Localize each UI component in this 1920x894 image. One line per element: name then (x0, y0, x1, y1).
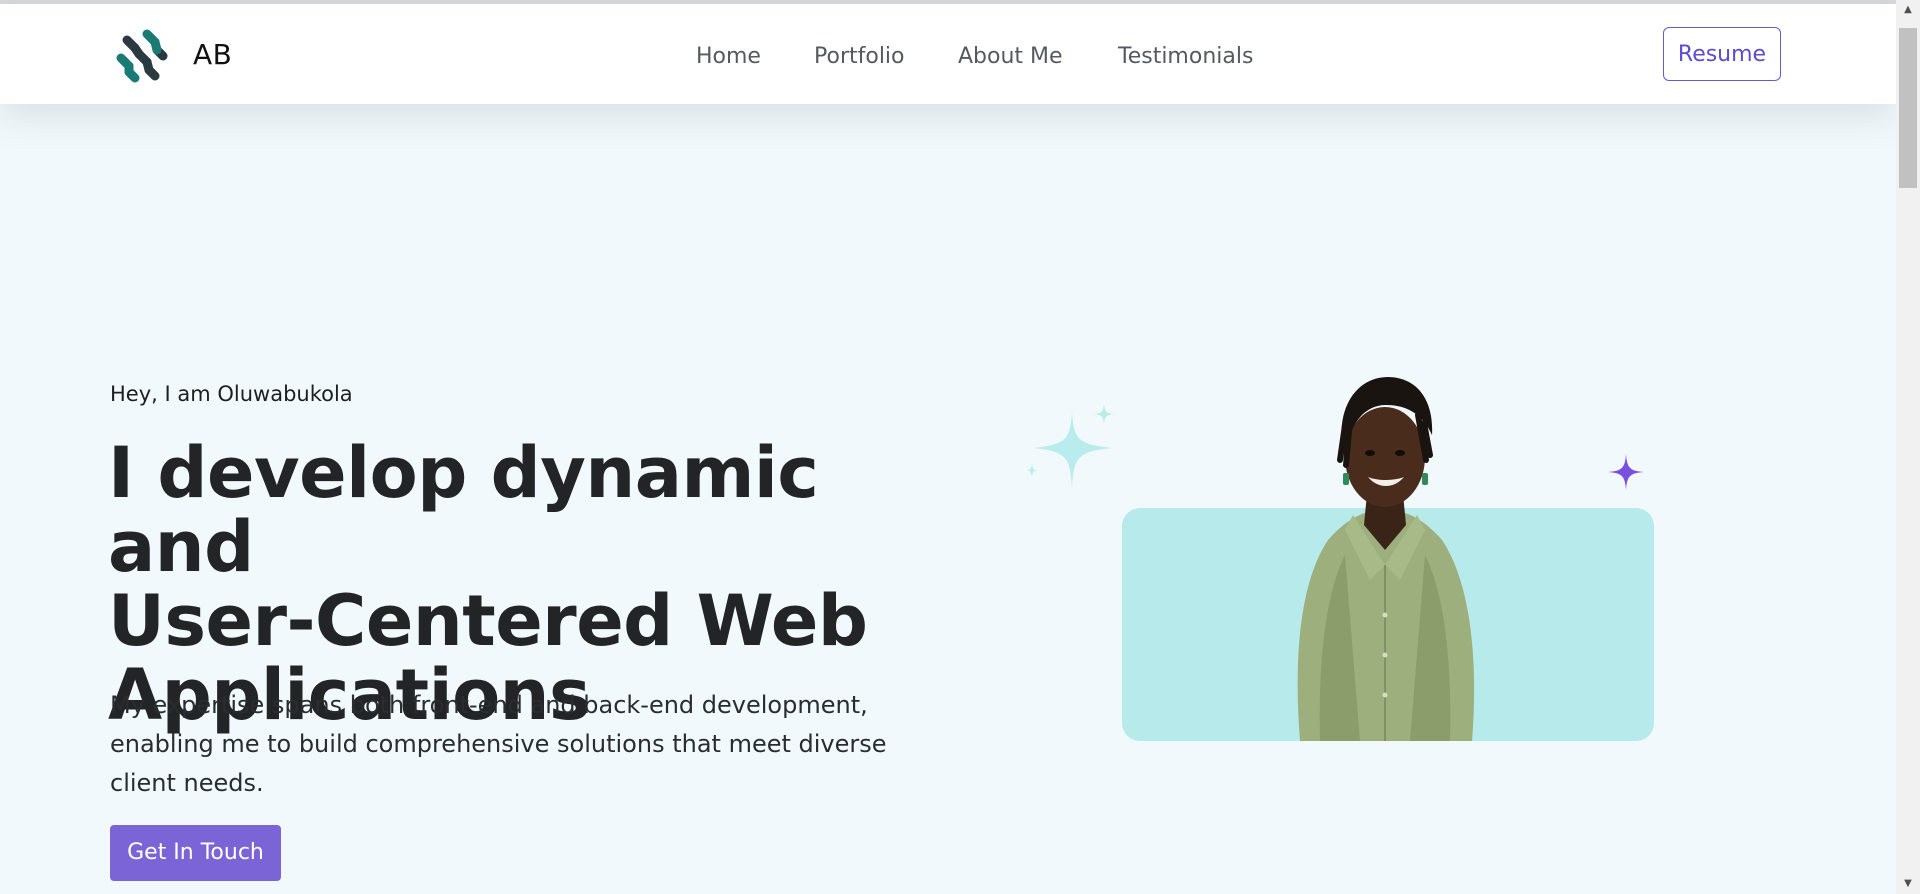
headline-line: User-Centered Web (108, 580, 868, 662)
get-in-touch-button[interactable]: Get In Touch (110, 825, 281, 881)
scroll-up-arrow-icon[interactable]: ▲ (1900, 2, 1916, 18)
nav-link-portfolio[interactable]: Portfolio (814, 44, 905, 69)
resume-button[interactable]: Resume (1663, 27, 1781, 81)
nav-link-about-me[interactable]: About Me (958, 44, 1063, 69)
brand-name[interactable]: AB (193, 38, 232, 71)
hero-greeting: Hey, I am Oluwabukola (110, 382, 353, 406)
scrollbar-thumb[interactable] (1899, 28, 1917, 188)
nav-link-home[interactable]: Home (696, 44, 761, 69)
page-viewport: AB Home Portfolio About Me Testimonials … (0, 0, 1896, 894)
nav-link-testimonials[interactable]: Testimonials (1118, 44, 1253, 69)
navbar: AB Home Portfolio About Me Testimonials … (0, 4, 1896, 104)
scroll-down-arrow-icon[interactable]: ▼ (1900, 876, 1916, 892)
molecule-logo-icon[interactable] (113, 28, 169, 84)
hero-description: My expertise spans both front-end and ba… (110, 691, 887, 797)
star-icon (1608, 454, 1644, 490)
sparkle-icon (1026, 404, 1114, 488)
profile-photo (1297, 377, 1475, 741)
headline-line: I develop dynamic and (108, 432, 819, 588)
